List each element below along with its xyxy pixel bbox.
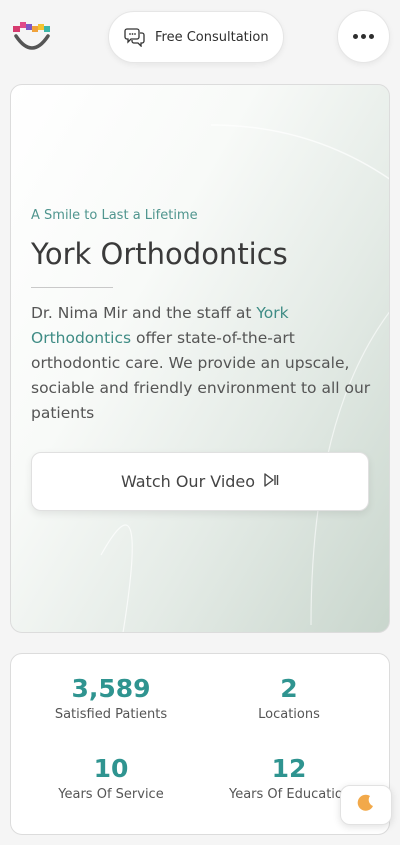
- stat-label: Years Of Service: [58, 787, 164, 802]
- desc-prefix: Dr. Nima Mir and the staff at: [31, 304, 257, 322]
- hero-tagline: A Smile to Last a Lifetime: [31, 208, 198, 223]
- stat-value: 3,589: [71, 674, 151, 703]
- moon-icon: [356, 793, 376, 817]
- free-consultation-label: Free Consultation: [155, 29, 269, 45]
- stat-years-of-service: 10 Years Of Service: [21, 754, 201, 802]
- hero-card: A Smile to Last a Lifetime York Orthodon…: [10, 84, 390, 633]
- free-consultation-button[interactable]: Free Consultation: [108, 11, 284, 63]
- stat-label: Satisfied Patients: [54, 707, 168, 722]
- stat-value: 2: [280, 674, 298, 703]
- stat-value: 10: [93, 754, 129, 783]
- header: Free Consultation: [0, 0, 400, 80]
- chat-icon: [123, 25, 147, 49]
- more-dots-icon: [353, 34, 374, 39]
- dark-mode-toggle[interactable]: [340, 785, 392, 825]
- more-menu-button[interactable]: [337, 10, 390, 63]
- hero-description: Dr. Nima Mir and the staff at York Ortho…: [31, 301, 376, 426]
- page-title: York Orthodontics: [31, 237, 288, 271]
- stats-card: 3,589 Satisfied Patients 2 Locations 10 …: [10, 653, 390, 835]
- logo[interactable]: [12, 20, 52, 54]
- watch-video-button[interactable]: Watch Our Video: [31, 452, 369, 511]
- stat-locations: 2 Locations: [199, 674, 379, 722]
- stat-value: 12: [271, 754, 307, 783]
- stat-label: Locations: [258, 707, 320, 722]
- play-pause-icon: [263, 472, 279, 492]
- stat-satisfied-patients: 3,589 Satisfied Patients: [21, 674, 201, 722]
- title-divider: [31, 287, 113, 288]
- watch-video-label: Watch Our Video: [120, 472, 256, 491]
